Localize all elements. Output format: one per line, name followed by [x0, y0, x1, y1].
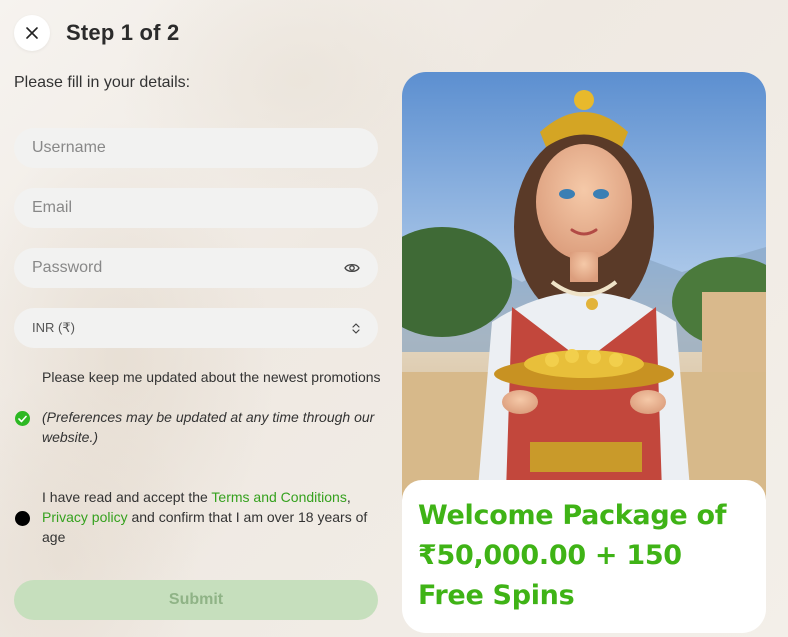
- username-placeholder: Username: [32, 139, 106, 156]
- password-input[interactable]: Password: [14, 248, 378, 288]
- terms-link[interactable]: Terms and Conditions: [211, 489, 346, 505]
- form-subtitle: Please fill in your details:: [14, 74, 191, 91]
- promo-consent-label: Please keep me updated about the newest …: [42, 367, 382, 447]
- password-placeholder: Password: [32, 259, 103, 276]
- privacy-link[interactable]: Privacy policy: [42, 509, 128, 525]
- promo-consent-text: Please keep me updated about the newest …: [42, 369, 381, 385]
- submit-button[interactable]: Submit: [14, 580, 378, 620]
- promo-consent-note: (Preferences may be updated at any time …: [42, 409, 375, 445]
- email-placeholder: Email: [32, 199, 73, 216]
- currency-select[interactable]: INR (₹): [14, 308, 378, 348]
- currency-select-chevron: [352, 322, 360, 334]
- promo-card: Welcome Package of ₹50,000.00 + 150 Free…: [402, 480, 766, 633]
- terms-text-2: ,: [346, 489, 351, 505]
- promo-consent-checkbox[interactable]: [15, 411, 30, 426]
- terms-label: I have read and accept the Terms and Con…: [42, 487, 382, 547]
- currency-value: INR (₹): [32, 320, 75, 335]
- up-down-chevron-icon: [352, 322, 360, 334]
- promo-consent-row: Please keep me updated about the newest …: [14, 367, 384, 467]
- close-button[interactable]: [14, 15, 50, 51]
- header: Step 1 of 2: [14, 15, 179, 51]
- promo-illustration: [402, 72, 766, 512]
- username-input[interactable]: Username: [14, 128, 378, 168]
- check-circle-icon: [18, 415, 27, 422]
- password-visibility-toggle[interactable]: [344, 262, 360, 274]
- eye-icon: [344, 263, 360, 273]
- page-title: Step 1 of 2: [66, 20, 180, 45]
- terms-checkbox[interactable]: [15, 511, 30, 526]
- email-input[interactable]: Email: [14, 188, 378, 228]
- promo-banner: Welcome Package of ₹50,000.00 + 150 Free…: [402, 72, 766, 633]
- promo-headline: Welcome Package of ₹50,000.00 + 150 Free…: [418, 500, 727, 611]
- close-icon: [26, 27, 38, 39]
- terms-row: I have read and accept the Terms and Con…: [14, 487, 384, 547]
- terms-text-1: I have read and accept the: [42, 489, 212, 505]
